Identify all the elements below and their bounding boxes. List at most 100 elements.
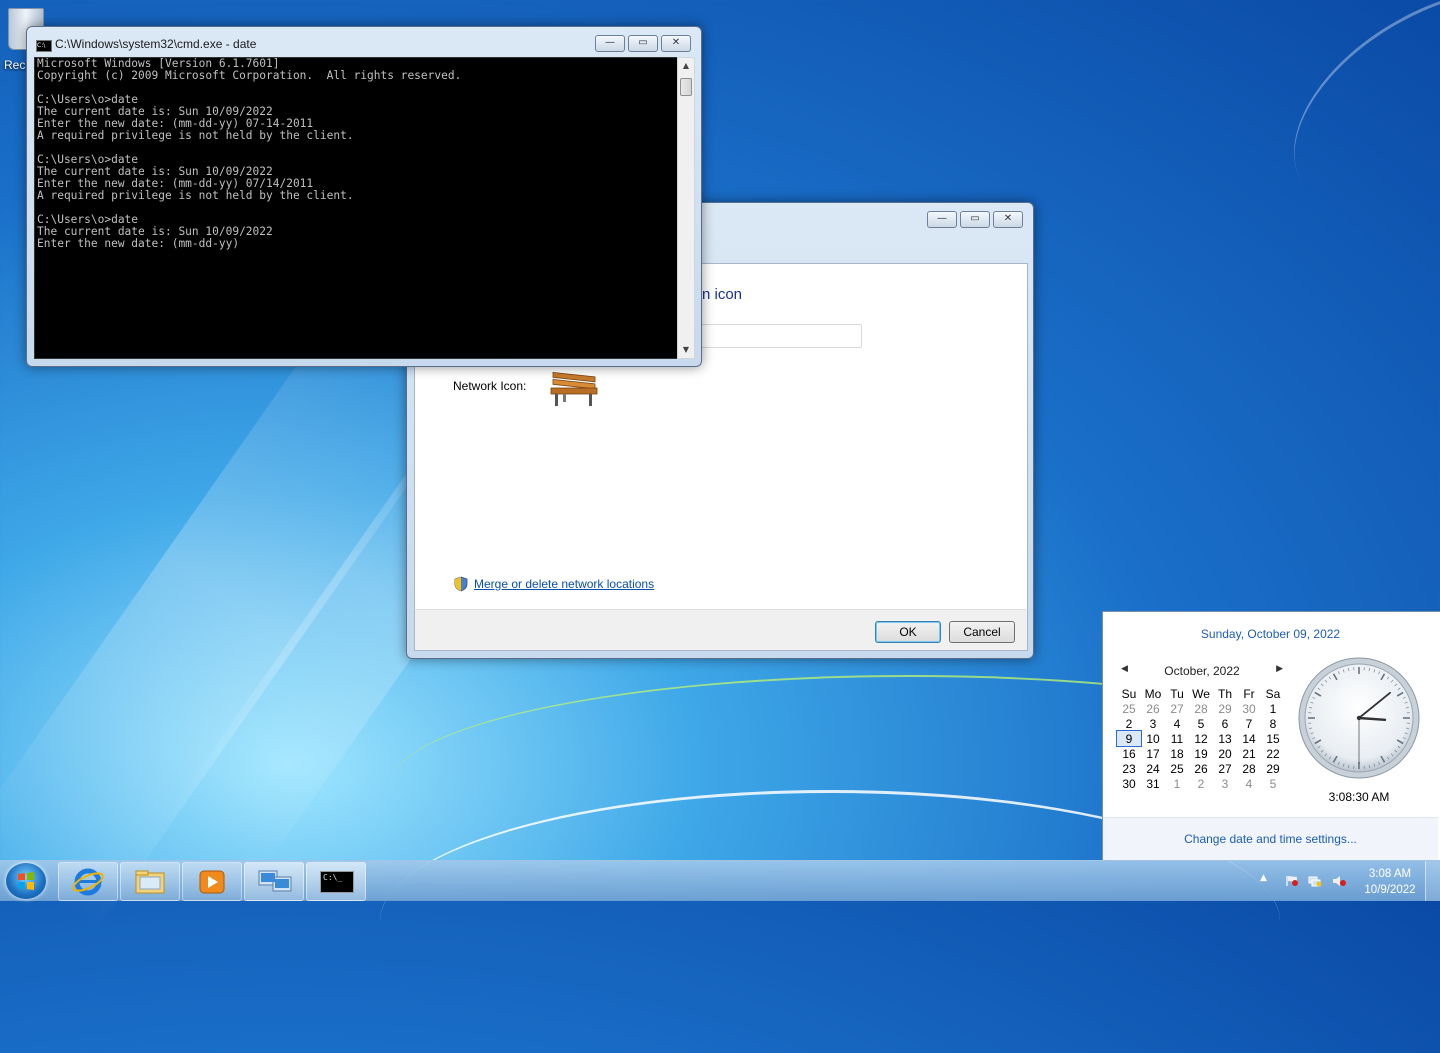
change-date-time-settings-link[interactable]: Change date and time settings... <box>1103 832 1438 846</box>
calendar-day[interactable]: 16 <box>1117 746 1141 761</box>
weekday-label: Mo <box>1141 686 1165 701</box>
cmd-titlebar[interactable]: C:\ C:\Windows\system32\cmd.exe - date —… <box>27 27 701 57</box>
calendar-day[interactable]: 30 <box>1237 701 1261 716</box>
calendar-day[interactable]: 28 <box>1237 761 1261 776</box>
calendar-day[interactable]: 8 <box>1261 716 1285 731</box>
start-button[interactable] <box>6 863 46 899</box>
calendar-day[interactable]: 6 <box>1213 716 1237 731</box>
scroll-thumb[interactable] <box>680 78 692 96</box>
calendar-day[interactable]: 3 <box>1213 776 1237 791</box>
calendar-day[interactable]: 18 <box>1165 746 1189 761</box>
calendar-header: ◀ October, 2022 ▶ <box>1119 664 1285 678</box>
calendar-week-row: 9101112131415 <box>1117 731 1285 746</box>
cmd-window-title: C:\Windows\system32\cmd.exe - date <box>55 37 256 51</box>
calendar-day[interactable]: 5 <box>1189 716 1213 731</box>
calendar-day[interactable]: 1 <box>1261 701 1285 716</box>
calendar-day[interactable]: 26 <box>1141 701 1165 716</box>
calendar-days: 2526272829301234567891011121314151617181… <box>1117 701 1285 791</box>
calendar-day[interactable]: 26 <box>1189 761 1213 776</box>
calendar-day[interactable]: 9 <box>1117 731 1141 746</box>
minimize-button[interactable]: — <box>927 211 957 228</box>
console-scrollbar[interactable]: ▲ ▼ <box>677 57 695 359</box>
calendar-day[interactable]: 7 <box>1237 716 1261 731</box>
calendar-day[interactable]: 2 <box>1189 776 1213 791</box>
weekday-row: Su Mo Tu We Th Fr Sa <box>1117 686 1285 701</box>
dialog-footer: OK Cancel <box>414 609 1028 651</box>
calendar-day[interactable]: 31 <box>1141 776 1165 791</box>
show-desktop-button[interactable] <box>1425 861 1440 901</box>
tray-time: 3:08 AM <box>1356 866 1424 882</box>
windows-explorer-icon <box>121 863 179 900</box>
taskbar-media-player[interactable] <box>182 862 242 901</box>
show-hidden-icons-button[interactable]: ▲ <box>1260 873 1267 883</box>
calendar-day[interactable]: 21 <box>1237 746 1261 761</box>
month-label[interactable]: October, 2022 <box>1119 664 1285 678</box>
calendar-day[interactable]: 13 <box>1213 731 1237 746</box>
park-bench-icon[interactable] <box>549 368 599 408</box>
close-button[interactable]: ✕ <box>661 35 691 52</box>
calendar-day[interactable]: 29 <box>1213 701 1237 716</box>
cancel-button[interactable]: Cancel <box>949 621 1015 643</box>
calendar-day[interactable]: 23 <box>1117 761 1141 776</box>
calendar-day[interactable]: 25 <box>1117 701 1141 716</box>
calendar-day[interactable]: 10 <box>1141 731 1165 746</box>
calendar-day[interactable]: 25 <box>1165 761 1189 776</box>
maximize-button[interactable]: ▭ <box>960 211 990 228</box>
close-button[interactable]: ✕ <box>993 211 1023 228</box>
calendar-day[interactable]: 30 <box>1117 776 1141 791</box>
calendar-day[interactable]: 27 <box>1213 761 1237 776</box>
maximize-button[interactable]: ▭ <box>628 35 658 52</box>
system-clock[interactable]: 3:08 AM 10/9/2022 <box>1356 866 1424 898</box>
windows-logo-icon <box>6 863 46 899</box>
calendar-day[interactable]: 3 <box>1141 716 1165 731</box>
calendar-day[interactable]: 2 <box>1117 716 1141 731</box>
settings-link-bar: Change date and time settings... <box>1103 817 1438 860</box>
taskbar-windows-explorer[interactable] <box>120 862 180 901</box>
taskbar-network-control-panel[interactable] <box>244 862 304 901</box>
scroll-down-icon[interactable]: ▼ <box>678 342 694 358</box>
calendar-day[interactable]: 4 <box>1165 716 1189 731</box>
network-name-input[interactable] <box>700 324 862 348</box>
weekday-label: Fr <box>1237 686 1261 701</box>
action-center-flag-icon[interactable] <box>1285 875 1299 887</box>
weekday-label: Tu <box>1165 686 1189 701</box>
calendar-day[interactable]: 14 <box>1237 731 1261 746</box>
calendar-day[interactable]: 11 <box>1165 731 1189 746</box>
calendar-day[interactable]: 5 <box>1261 776 1285 791</box>
digital-time: 3:08:30 AM <box>1297 790 1421 804</box>
long-date-link[interactable]: Sunday, October 09, 2022 <box>1103 627 1438 641</box>
calendar-day[interactable]: 15 <box>1261 731 1285 746</box>
calendar-day[interactable]: 12 <box>1189 731 1213 746</box>
ok-button[interactable]: OK <box>875 621 941 643</box>
command-prompt-icon: C:\_ <box>320 871 354 893</box>
network-tray-icon[interactable] <box>1308 875 1322 887</box>
console-output[interactable]: Microsoft Windows [Version 6.1.7601] Cop… <box>34 57 679 359</box>
console-text: Microsoft Windows [Version 6.1.7601] Cop… <box>35 58 678 250</box>
taskbar: C:\_ ▲ 3:08 AM 10/9/2022 <box>0 860 1440 901</box>
calendar-day[interactable]: 22 <box>1261 746 1285 761</box>
calendar-day[interactable]: 4 <box>1237 776 1261 791</box>
minimize-button[interactable]: — <box>595 35 625 52</box>
calendar-day[interactable]: 28 <box>1189 701 1213 716</box>
calendar-day[interactable]: 20 <box>1213 746 1237 761</box>
calendar-day[interactable]: 17 <box>1141 746 1165 761</box>
calendar-day[interactable]: 29 <box>1261 761 1285 776</box>
taskbar-internet-explorer[interactable] <box>58 862 118 901</box>
next-month-icon[interactable]: ▶ <box>1276 664 1283 674</box>
uac-shield-icon <box>454 576 468 592</box>
calendar-day[interactable]: 24 <box>1141 761 1165 776</box>
calendar-week-row: 2526272829301 <box>1117 701 1285 716</box>
volume-muted-icon[interactable] <box>1332 875 1346 887</box>
internet-explorer-icon <box>59 863 117 900</box>
merge-delete-network-link[interactable]: Merge or delete network locations <box>474 577 654 591</box>
calendar-grid: Su Mo Tu We Th Fr Sa 2526272829301234567… <box>1117 686 1285 791</box>
weekday-label: Su <box>1117 686 1141 701</box>
calendar-day[interactable]: 1 <box>1165 776 1189 791</box>
taskbar-command-prompt[interactable]: C:\_ <box>306 862 366 901</box>
weekday-label: We <box>1189 686 1213 701</box>
command-prompt-window: C:\ C:\Windows\system32\cmd.exe - date —… <box>26 26 702 367</box>
calendar-day[interactable]: 27 <box>1165 701 1189 716</box>
cmd-window-icon: C:\ <box>36 40 52 52</box>
scroll-up-icon[interactable]: ▲ <box>678 58 694 74</box>
calendar-day[interactable]: 19 <box>1189 746 1213 761</box>
